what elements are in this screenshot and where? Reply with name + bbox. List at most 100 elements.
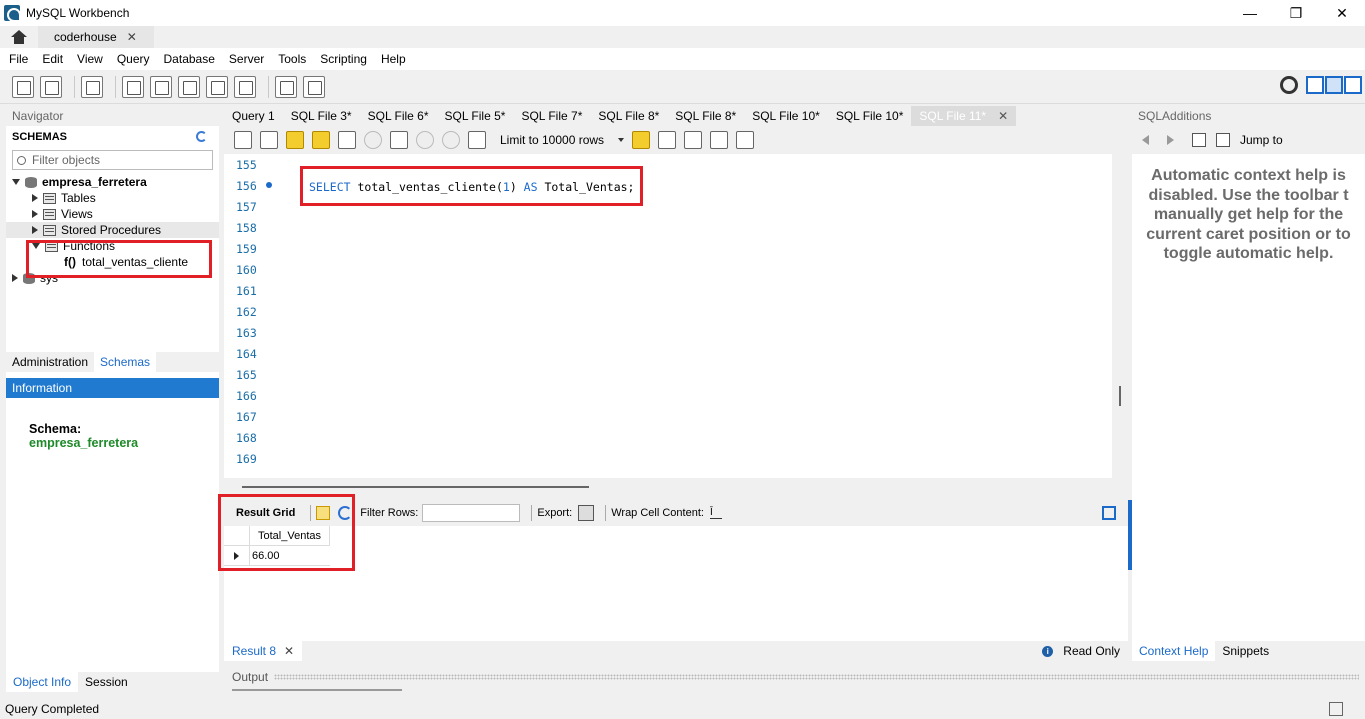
new-sql-tab-icon[interactable] [12,75,34,98]
jump-to-label[interactable]: Jump to [1240,133,1283,147]
reconnect-icon[interactable] [303,75,325,98]
table-row[interactable]: 66.00 [224,546,330,566]
rollback-icon[interactable] [442,131,460,149]
tree-tables[interactable]: Tables [6,190,219,206]
tab-sql-file-8b[interactable]: SQL File 8* [667,106,744,126]
tab-sql-file-6[interactable]: SQL File 6* [360,106,437,126]
toggle-output-icon[interactable] [1325,76,1343,94]
tab-snippets[interactable]: Snippets [1215,641,1276,661]
output-splitter[interactable] [274,674,1359,680]
toggle-sidebar-icon[interactable] [1306,76,1324,94]
restore-button[interactable]: ❐ [1273,0,1319,26]
auto-help-icon[interactable] [1216,133,1230,147]
search-table-data-icon[interactable] [275,75,297,98]
expand-down-icon[interactable] [12,179,20,185]
minimize-button[interactable]: — [1227,0,1273,26]
menu-file[interactable]: File [2,52,35,66]
tree-schema-sys[interactable]: sys [6,270,219,286]
grid-cell[interactable]: 66.00 [250,546,330,566]
tab-sql-file-11[interactable]: SQL File 11* ✕ [911,106,1017,126]
tree-stored-procedures[interactable]: Stored Procedures [6,222,219,238]
tree-schema-empresa-ferretera[interactable]: empresa_ferretera [6,174,219,190]
sql-editor[interactable]: 155 156 157 158 159 160 161 162 163 164 … [224,154,1112,478]
stop-icon[interactable] [364,131,382,149]
menu-scripting[interactable]: Scripting [313,52,374,66]
gear-icon[interactable] [1280,76,1298,94]
horizontal-scrollbar[interactable] [242,486,589,488]
export-icon[interactable] [578,505,595,521]
forward-arrow-icon[interactable] [1167,135,1174,145]
tab-sql-file-10[interactable]: SQL File 10* [744,106,828,126]
status-panel-icon[interactable] [1329,702,1343,716]
filter-objects-input[interactable]: Filter objects [12,150,213,170]
refresh-schemas-icon[interactable] [196,131,207,142]
tree-views[interactable]: Views [6,206,219,222]
create-view-icon[interactable] [178,75,200,98]
tree-functions[interactable]: Functions [6,238,219,254]
tab-sql-file-5[interactable]: SQL File 5* [437,106,514,126]
menu-view[interactable]: View [70,52,110,66]
form-editor-icon[interactable] [1102,506,1116,520]
manual-help-icon[interactable] [1192,133,1206,147]
tab-administration[interactable]: Administration [6,352,94,372]
menu-server[interactable]: Server [222,52,271,66]
menu-help[interactable]: Help [374,52,413,66]
limit-rows-select[interactable]: Limit to 10000 rows [500,133,625,147]
expand-right-icon[interactable] [32,226,38,234]
menu-query[interactable]: Query [110,52,157,66]
toggle-additions-icon[interactable] [1344,76,1362,94]
home-tab[interactable] [0,26,38,48]
tab-sql-file-7[interactable]: SQL File 7* [513,106,590,126]
add-snippet-icon[interactable] [632,131,651,149]
commit-icon[interactable] [416,131,434,149]
create-table-icon[interactable] [150,75,172,98]
connection-tab-coderhouse[interactable]: coderhouse ✕ [38,26,154,48]
tab-query-1[interactable]: Query 1 [224,106,283,126]
wrap-lines-icon[interactable] [736,131,755,149]
filter-rows-input[interactable] [422,504,521,522]
find-icon[interactable] [684,131,703,149]
save-icon[interactable] [260,131,278,149]
grid-view-icon[interactable] [316,506,331,520]
create-procedure-icon[interactable] [206,75,228,98]
menu-database[interactable]: Database [157,52,222,66]
execute-icon[interactable] [286,131,304,149]
back-arrow-icon[interactable] [1142,135,1149,145]
close-tab-icon[interactable]: ✕ [284,644,294,658]
tab-schemas[interactable]: Schemas [94,352,157,372]
expand-right-icon[interactable] [32,194,38,202]
output-scrollbar[interactable] [232,689,402,691]
expand-right-icon[interactable] [32,210,38,218]
invisible-chars-icon[interactable] [710,131,729,149]
tab-session[interactable]: Session [78,672,135,692]
refresh-icon[interactable] [338,506,353,520]
open-sql-script-icon[interactable] [40,75,62,98]
tree-function-total-ventas-cliente[interactable]: f() total_ventas_cliente [6,254,219,270]
create-schema-icon[interactable] [122,75,144,98]
tab-sql-file-3[interactable]: SQL File 3* [283,106,360,126]
close-window-button[interactable]: ✕ [1319,0,1365,26]
menu-edit[interactable]: Edit [35,52,70,66]
result-grid-button[interactable]: Result Grid [236,507,295,519]
inspector-icon[interactable] [81,75,103,98]
close-tab-icon[interactable]: ✕ [127,30,137,44]
menu-tools[interactable]: Tools [271,52,313,66]
open-file-icon[interactable] [234,131,252,149]
vertical-scrollbar[interactable] [1119,386,1121,406]
expand-right-icon[interactable] [12,274,18,282]
beautify-icon[interactable] [658,131,677,149]
tab-result-8[interactable]: Result 8 ✕ [224,641,303,661]
autocommit-icon[interactable] [468,131,486,149]
toggle-error-icon[interactable] [390,131,408,149]
close-tab-icon[interactable]: ✕ [998,109,1008,123]
wrap-cell-icon[interactable]: Ī [709,507,722,519]
tab-context-help[interactable]: Context Help [1132,641,1216,661]
sql-statement[interactable]: SELECT total_ventas_cliente(1) AS Total_… [309,176,634,197]
explain-icon[interactable] [338,131,356,149]
column-header[interactable]: Total_Ventas [250,526,330,546]
tab-sql-file-10b[interactable]: SQL File 10* [828,106,912,126]
execute-current-icon[interactable] [312,131,330,149]
tab-sql-file-8[interactable]: SQL File 8* [590,106,667,126]
create-function-icon[interactable] [234,75,256,98]
tab-object-info[interactable]: Object Info [6,672,79,692]
